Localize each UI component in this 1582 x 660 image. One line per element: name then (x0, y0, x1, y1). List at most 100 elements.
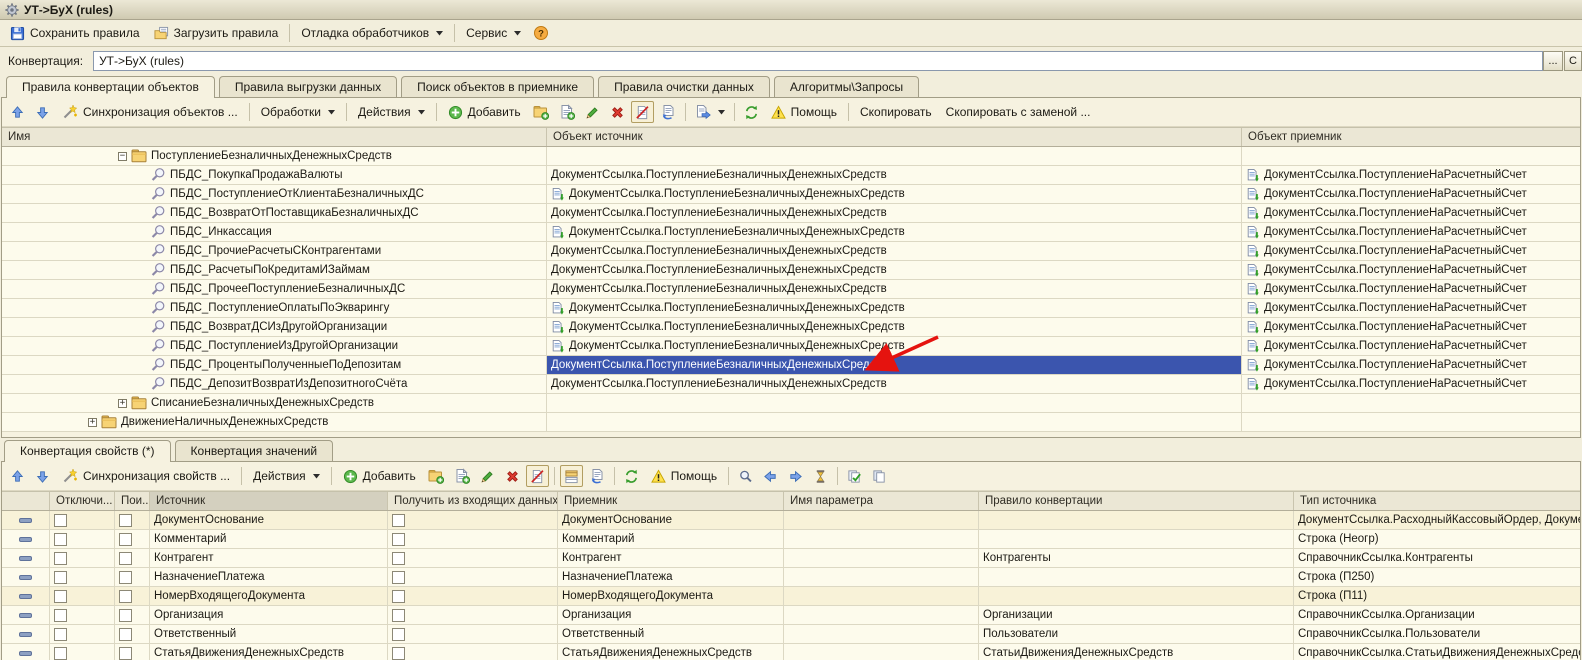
search-checkbox[interactable] (119, 628, 132, 641)
disable-checkbox[interactable] (54, 514, 67, 527)
prop-receiver-cell[interactable]: Организация (558, 606, 784, 624)
expand-icon[interactable]: + (118, 399, 127, 408)
prop-receiver-cell[interactable]: НазначениеПлатежа (558, 568, 784, 586)
prop-column-header[interactable]: Получить из входящих данных (388, 492, 558, 510)
tree-rule-row[interactable]: ПБДС_ПоступлениеИзДругойОрганизацииДокум… (2, 337, 1580, 356)
prop-rule-cell[interactable]: СтатьиДвиженияДенежныхСредств (979, 644, 1294, 660)
prop-param-cell[interactable] (784, 606, 979, 624)
search-checkbox-cell[interactable] (115, 530, 150, 548)
target-object-cell[interactable]: ДокументСсылка.ПоступлениеНаРасчетныйСче… (1242, 223, 1580, 241)
help-button[interactable]: ? (529, 22, 553, 44)
search-checkbox[interactable] (119, 514, 132, 527)
mark-disabled-toggle[interactable] (631, 101, 654, 123)
conversion-edge-button[interactable]: С (1564, 51, 1582, 71)
prop-param-cell[interactable] (784, 625, 979, 643)
incoming-data-checkbox[interactable] (392, 628, 405, 641)
refresh-button[interactable] (740, 101, 763, 123)
prop-type-cell[interactable]: СправочникСсылка.Контрагенты (1294, 549, 1580, 567)
prop-refresh-button[interactable] (620, 465, 643, 487)
prop-column-header[interactable]: Приемник (558, 492, 784, 510)
disable-checkbox[interactable] (54, 552, 67, 565)
target-object-cell[interactable]: ДокументСсылка.ПоступлениеНаРасчетныйСче… (1242, 356, 1580, 374)
prop-rule-cell[interactable] (979, 530, 1294, 548)
prop-column-header[interactable]: Источник (150, 492, 388, 510)
target-object-cell[interactable]: ДокументСсылка.ПоступлениеНаРасчетныйСче… (1242, 185, 1580, 203)
search-checkbox-cell[interactable] (115, 625, 150, 643)
prop-column-header[interactable]: Правило конвертации (979, 492, 1294, 510)
move-up-button[interactable] (6, 101, 29, 123)
prop-param-cell[interactable] (784, 587, 979, 605)
tree-rule-row[interactable]: ПБДС_ПроцентыПолученныеПоДепозитамДокуме… (2, 356, 1580, 375)
disable-checkbox-cell[interactable] (50, 549, 115, 567)
column-header-name[interactable]: Имя (2, 128, 547, 146)
prop-prev-button[interactable] (759, 465, 782, 487)
tree-rule-row[interactable]: ПБДС_ПрочееПоступлениеБезналичныхДСДокум… (2, 280, 1580, 299)
prop-rule-cell[interactable]: Пользователи (979, 625, 1294, 643)
prop-column-header[interactable] (2, 492, 50, 510)
prop-type-cell[interactable]: Строка (П11) (1294, 587, 1580, 605)
incoming-data-checkbox-cell[interactable] (388, 530, 558, 548)
property-row[interactable]: Организация Организация ОрганизацииСправоч… (2, 606, 1580, 625)
prop-rule-cell[interactable] (979, 511, 1294, 529)
target-object-cell[interactable]: ДокументСсылка.ПоступлениеНаРасчетныйСче… (1242, 375, 1580, 393)
search-checkbox-cell[interactable] (115, 644, 150, 660)
disable-checkbox[interactable] (54, 609, 67, 622)
disable-checkbox-cell[interactable] (50, 530, 115, 548)
tree-rule-row[interactable]: ПБДС_ВозвратДСИзДругойОрганизацииДокумен… (2, 318, 1580, 337)
tree-rule-row[interactable]: ПБДС_ДепозитВозвратИзДепозитногоСчётаДок… (2, 375, 1580, 394)
search-checkbox-cell[interactable] (115, 587, 150, 605)
target-object-cell[interactable]: ДокументСсылка.ПоступлениеНаРасчетныйСче… (1242, 299, 1580, 317)
rule-name-cell[interactable]: −ПоступлениеБезналичныхДенежныхСредств (2, 147, 547, 165)
prop-check-all-button[interactable] (843, 465, 866, 487)
copy-replace-button[interactable]: Скопировать с заменой ... (940, 101, 1097, 123)
source-object-cell[interactable]: ДокументСсылка.ПоступлениеБезналичныхДен… (547, 261, 1242, 279)
rule-name-cell[interactable]: ПБДС_ПроцентыПолученныеПоДепозитам (2, 356, 547, 374)
source-object-cell[interactable]: ДокументСсылка.ПоступлениеБезналичныхДен… (547, 242, 1242, 260)
source-object-cell[interactable] (547, 394, 1242, 412)
tab-top-0[interactable]: Правила конвертации объектов (6, 76, 215, 98)
column-header-source[interactable]: Объект источник (547, 128, 1242, 146)
source-object-cell[interactable]: ДокументСсылка.ПоступлениеБезналичныхДен… (547, 356, 1242, 374)
source-object-cell[interactable]: ДокументСсылка.ПоступлениеБезналичныхДен… (547, 166, 1242, 184)
prop-help-button[interactable]: Помощь (645, 465, 723, 487)
prop-filter-button[interactable] (809, 465, 832, 487)
prop-source-cell[interactable]: Ответственный (150, 625, 388, 643)
search-checkbox[interactable] (119, 533, 132, 546)
tree-rule-row[interactable]: ПБДС_РасчетыПоКредитамИЗаймамДокументСсы… (2, 261, 1580, 280)
prop-type-cell[interactable]: СправочникСсылка.Организации (1294, 606, 1580, 624)
delete-button[interactable] (606, 101, 629, 123)
prop-source-cell[interactable]: Организация (150, 606, 388, 624)
target-object-cell[interactable] (1242, 394, 1580, 412)
rule-name-cell[interactable]: ПБДС_ПоступлениеОплатыПоЭкварингу (2, 299, 547, 317)
sync-properties-button[interactable]: Синхронизация свойств ... (56, 465, 236, 487)
prop-actions-button[interactable]: Действия (247, 465, 326, 487)
target-object-cell[interactable]: ДокументСсылка.ПоступлениеНаРасчетныйСче… (1242, 204, 1580, 222)
restore-button[interactable] (656, 101, 680, 123)
prop-add-item-button[interactable] (450, 465, 474, 487)
tab-bottom-1[interactable]: Конвертация значений (175, 440, 334, 461)
prop-column-header[interactable]: Имя параметра (784, 492, 979, 510)
prop-source-cell[interactable]: НомерВходящегоДокумента (150, 587, 388, 605)
tree-rule-row[interactable]: ПБДС_ПоступлениеОтКлиентаБезналичныхДС До… (2, 185, 1580, 204)
disable-checkbox[interactable] (54, 571, 67, 584)
property-row[interactable]: КомментарийКомментарийСтрока (Неогр) (2, 530, 1580, 549)
tree-rule-row[interactable]: ПБДС_ПрочиеРасчетыСКонтрагентамиДокумент… (2, 242, 1580, 261)
tree-rule-row[interactable]: ПБДС_ВозвратОтПоставщикаБезналичныхДСДок… (2, 204, 1580, 223)
prop-next-button[interactable] (784, 465, 807, 487)
rule-name-cell[interactable]: ПБДС_ПоступлениеОтКлиентаБезналичныхДС (2, 185, 547, 203)
incoming-data-checkbox[interactable] (392, 609, 405, 622)
source-object-cell[interactable]: ДокументСсылка.ПоступлениеБезналичныхДен… (547, 375, 1242, 393)
rule-name-cell[interactable]: ПБДС_ПокупкаПродажаВалюты (2, 166, 547, 184)
rule-name-cell[interactable]: +СписаниеБезналичныхДенежныхСредств (2, 394, 547, 412)
prop-rule-cell[interactable]: Организации (979, 606, 1294, 624)
incoming-data-checkbox-cell[interactable] (388, 511, 558, 529)
prop-pages-button[interactable] (868, 465, 891, 487)
handlers-button[interactable]: Обработки (255, 101, 341, 123)
incoming-data-checkbox[interactable] (392, 647, 405, 660)
tree-group-row[interactable]: +СписаниеБезналичныхДенежныхСредств (2, 394, 1580, 413)
source-object-cell[interactable]: ДокументСсылка.ПоступлениеБезналичныхДен… (547, 337, 1242, 355)
prop-column-header[interactable]: Пои... (115, 492, 150, 510)
source-object-cell[interactable] (547, 147, 1242, 165)
help-objects-button[interactable]: Помощь (765, 101, 843, 123)
source-object-cell[interactable]: ДокументСсылка.ПоступлениеБезналичныхДен… (547, 223, 1242, 241)
